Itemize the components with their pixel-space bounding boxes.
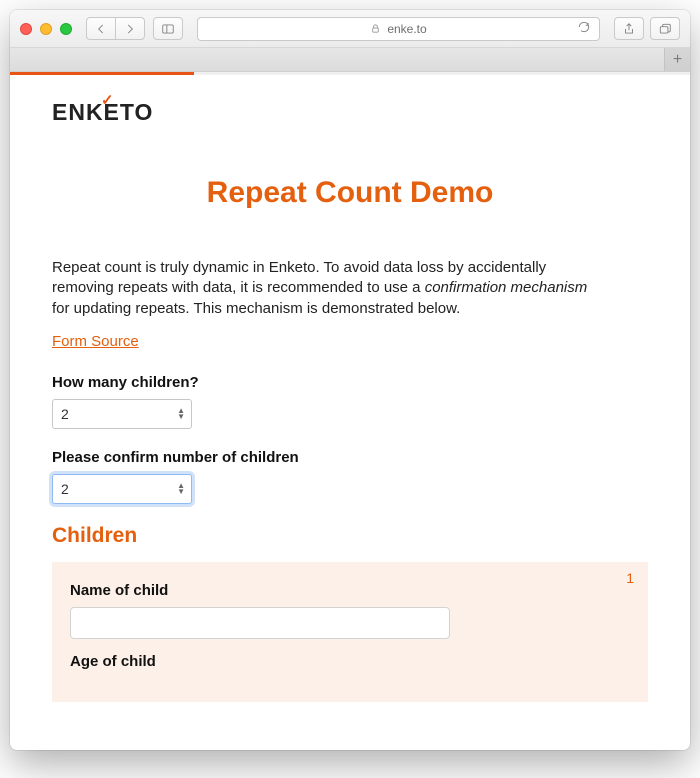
lock-icon: [370, 23, 381, 34]
stepper-icon[interactable]: ▲▼: [177, 483, 185, 495]
q2-label: Please confirm number of children: [52, 449, 648, 466]
zoom-icon[interactable]: [60, 23, 72, 35]
children-confirm-input[interactable]: 2 ▲▼: [52, 474, 192, 504]
chevron-left-icon: [94, 22, 108, 36]
form-source-link[interactable]: Form Source: [52, 333, 139, 350]
children-section-heading: Children: [52, 524, 648, 548]
browser-window: enke.to + ENKETO ✓ Repeat Count Demo Rep…: [10, 10, 690, 750]
forward-button[interactable]: [115, 17, 145, 40]
child-age-label: Age of child: [70, 653, 630, 670]
close-icon[interactable]: [20, 23, 32, 35]
child-name-input[interactable]: [70, 607, 450, 639]
back-button[interactable]: [86, 17, 115, 40]
new-tab-button[interactable]: +: [664, 48, 690, 71]
reload-button[interactable]: [577, 20, 591, 37]
progress-bar: [10, 72, 194, 75]
child-name-label: Name of child: [70, 582, 630, 599]
window-controls: [20, 23, 72, 35]
titlebar: enke.to: [10, 10, 690, 48]
url-host: enke.to: [387, 22, 426, 36]
q1-value: 2: [61, 406, 69, 422]
chevron-right-icon: [123, 22, 137, 36]
children-count-input[interactable]: 2 ▲▼: [52, 399, 192, 429]
logo-check-icon: ✓: [101, 91, 115, 109]
load-progress: [10, 72, 690, 75]
repeat-group: 1 Name of child Age of child: [52, 562, 648, 702]
intro-emphasis: confirmation mechanism: [425, 279, 588, 296]
tabs-button[interactable]: [650, 17, 680, 40]
page-title: Repeat Count Demo: [52, 176, 648, 210]
reload-icon: [577, 20, 591, 34]
page-content: ENKETO ✓ Repeat Count Demo Repeat count …: [10, 75, 690, 750]
repeat-index: 1: [626, 570, 634, 586]
stepper-icon[interactable]: ▲▼: [177, 408, 185, 420]
share-button[interactable]: [614, 17, 644, 40]
address-bar[interactable]: enke.to: [197, 17, 600, 41]
enketo-logo: ENKETO ✓: [52, 99, 153, 126]
share-icon: [622, 22, 636, 36]
tabs-icon: [658, 22, 672, 36]
q2-value: 2: [61, 481, 69, 497]
q1-label: How many children?: [52, 374, 648, 391]
tab-strip: +: [10, 48, 690, 72]
nav-buttons: [86, 17, 145, 40]
sidebar-icon: [161, 22, 175, 36]
intro-text: Repeat count is truly dynamic in Enketo.…: [52, 258, 592, 319]
sidebar-button[interactable]: [153, 17, 183, 40]
intro-part2: for updating repeats. This mechanism is …: [52, 300, 460, 317]
toolbar-right: [614, 17, 680, 40]
minimize-icon[interactable]: [40, 23, 52, 35]
